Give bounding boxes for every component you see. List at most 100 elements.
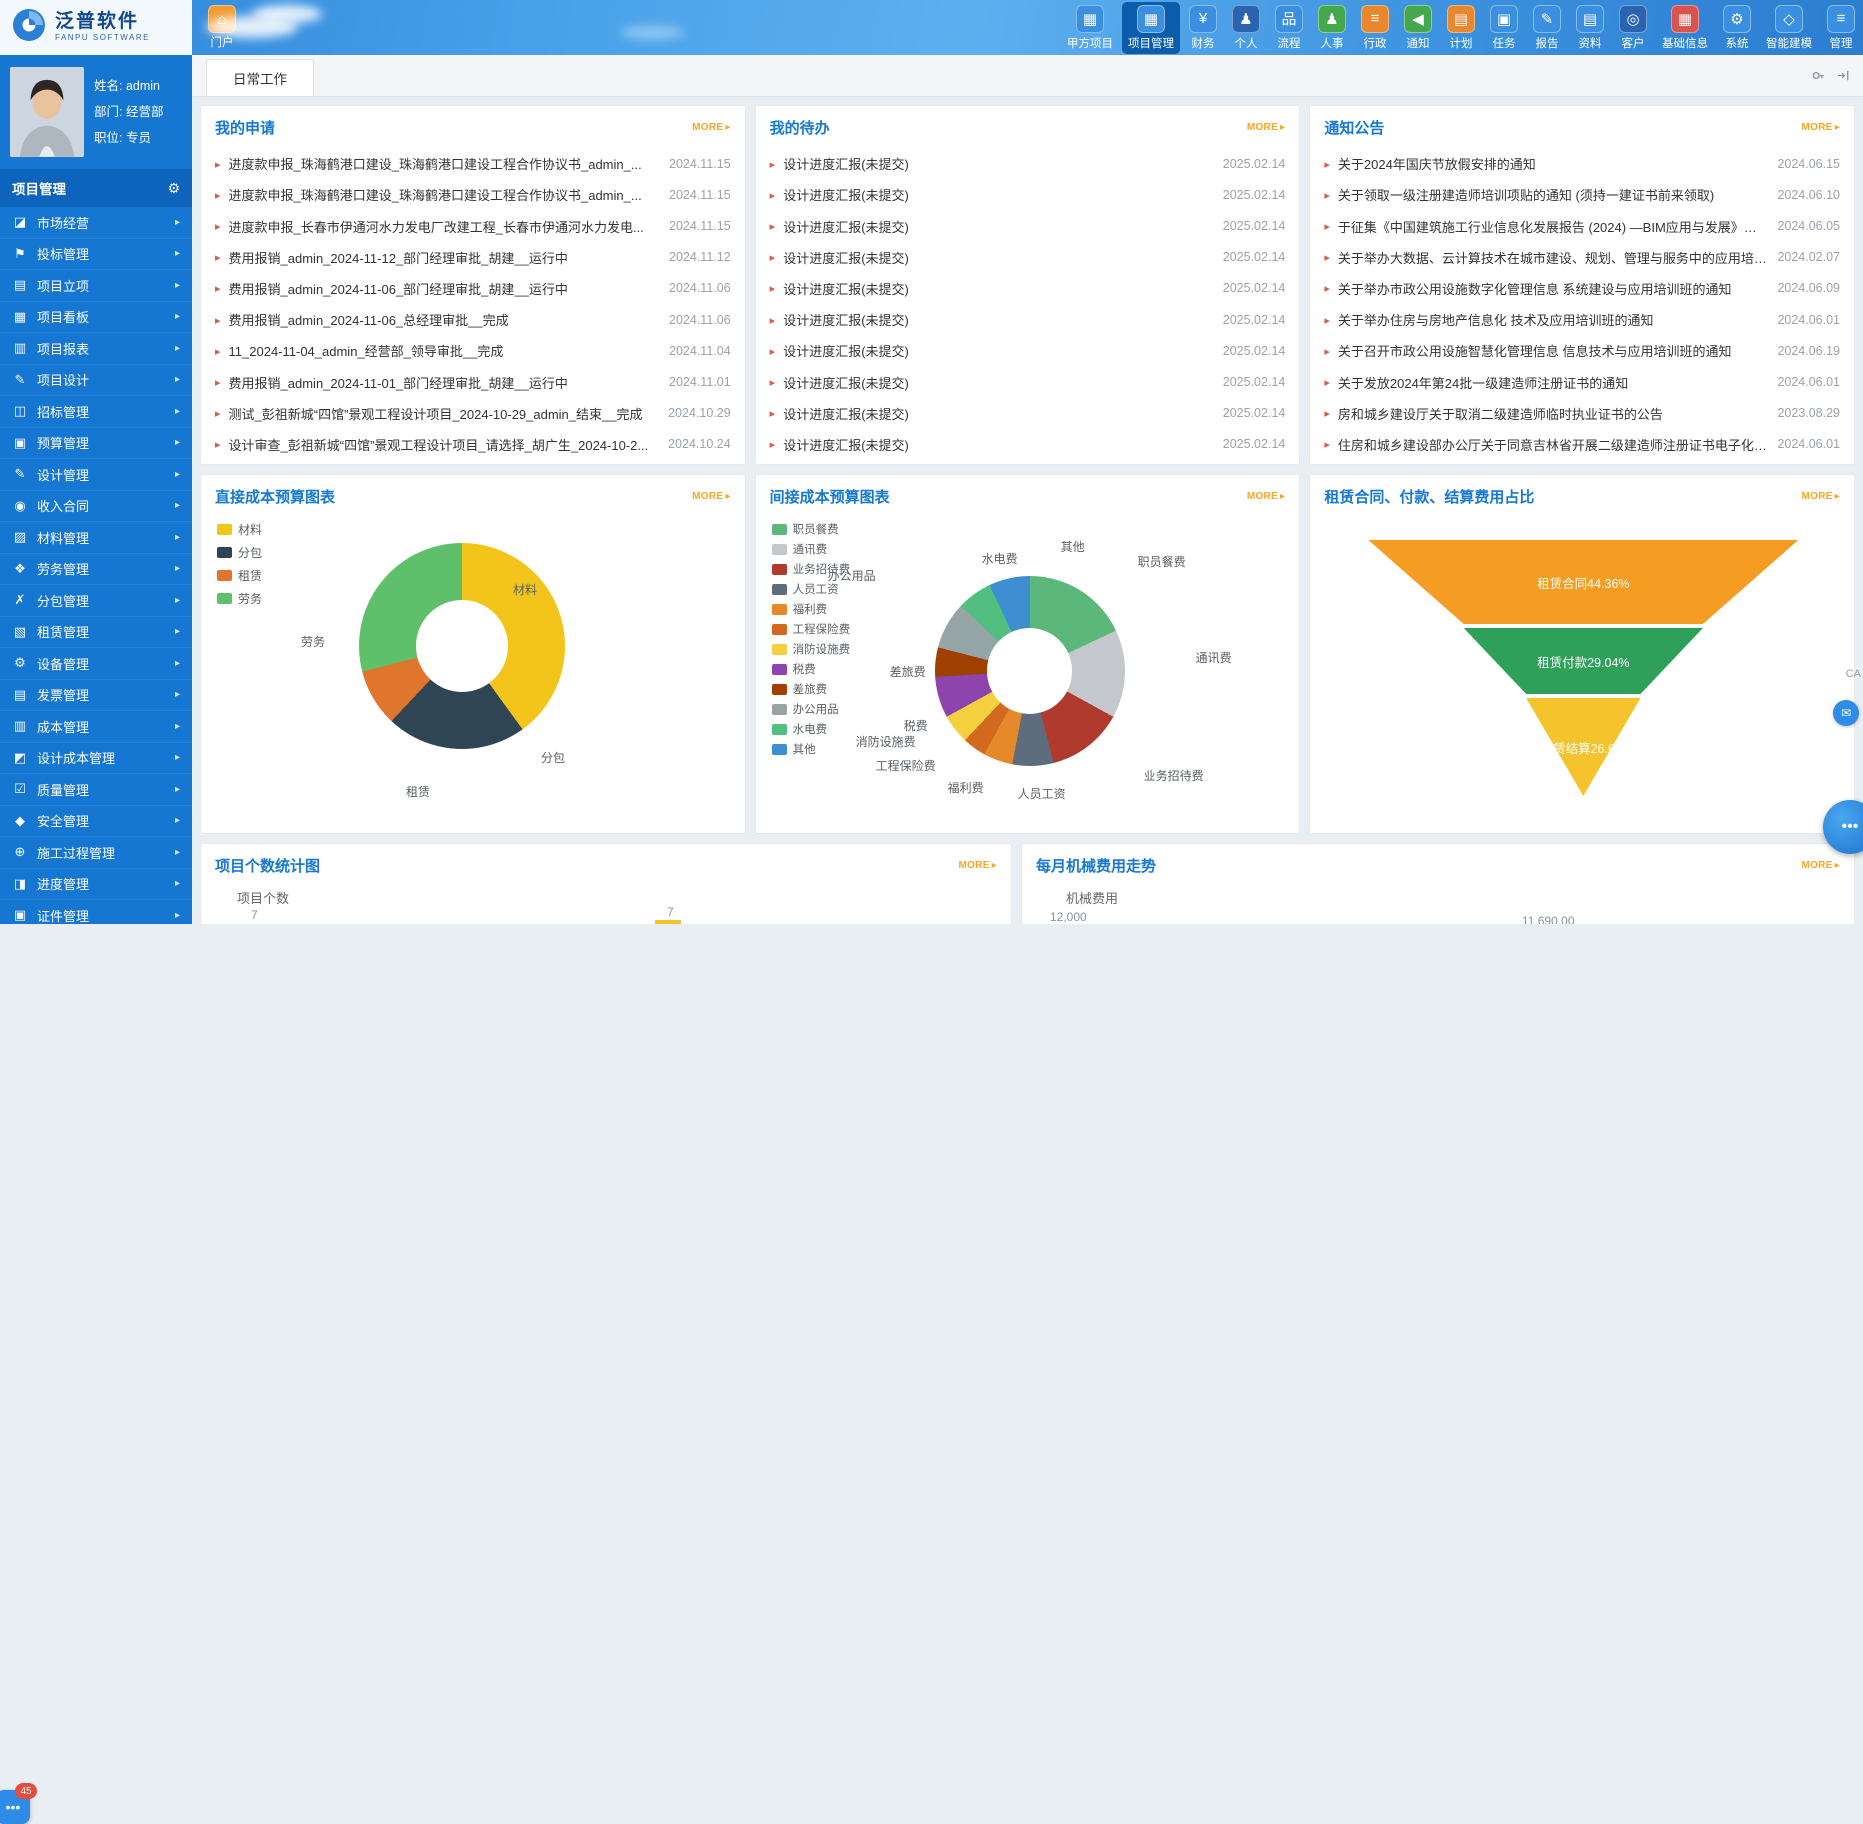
key-icon[interactable] (1811, 68, 1826, 83)
topnav-item[interactable]: 品 流程 (1269, 2, 1309, 54)
item-text[interactable]: 设计进度汇报(未提交) (783, 341, 1215, 360)
topnav-item[interactable]: ⚙ 系统 (1717, 2, 1757, 54)
list-item[interactable]: 设计进度汇报(未提交) 2025.02.14 (770, 335, 1286, 366)
item-text[interactable]: 设计进度汇报(未提交) (783, 248, 1215, 267)
sidebar-menu-item[interactable]: ⚙ 设备管理 (0, 648, 192, 680)
legend-item[interactable]: 职员餐费 (772, 521, 851, 537)
item-text[interactable]: 费用报销_admin_2024-11-01_部门经理审批_胡建__运行中 (229, 373, 662, 392)
more-link[interactable]: MORE (1801, 491, 1840, 502)
topnav-item[interactable]: ≡ 管理 (1821, 2, 1861, 54)
legend-item[interactable]: 消防设施费 (772, 641, 851, 657)
topnav-item[interactable]: ▦ 甲方项目 (1061, 2, 1119, 54)
list-item[interactable]: 设计进度汇报(未提交) 2025.02.14 (770, 148, 1286, 179)
list-item[interactable]: 11_2024-11-04_admin_经营部_领导审批__完成 2024.11… (215, 335, 731, 366)
legend-item[interactable]: 其他 (772, 741, 851, 757)
item-text[interactable]: 设计审查_彭祖新城“四馆”景观工程设计项目_请选择_胡广生_2024-10-2.… (229, 435, 661, 454)
legend-item[interactable]: 材料 (217, 521, 262, 538)
topnav-item[interactable]: ▦ 项目管理 (1122, 2, 1180, 54)
list-item[interactable]: 设计进度汇报(未提交) 2025.02.14 (770, 242, 1286, 273)
item-text[interactable]: 设计进度汇报(未提交) (783, 435, 1215, 454)
item-text[interactable]: 设计进度汇报(未提交) (783, 404, 1215, 423)
legend-item[interactable]: 租赁 (217, 567, 262, 584)
item-text[interactable]: 测试_彭祖新城“四馆”景观工程设计项目_2024-10-29_admin_结束_… (229, 404, 661, 423)
tab-daily-work[interactable]: 日常工作 (206, 59, 314, 96)
sidebar-menu-item[interactable]: ▤ 发票管理 (0, 680, 192, 712)
legend-item[interactable]: 通讯费 (772, 541, 851, 557)
item-text[interactable]: 11_2024-11-04_admin_经营部_领导审批__完成 (229, 341, 662, 360)
topnav-item[interactable]: ♟ 人事 (1312, 2, 1352, 54)
legend-item[interactable]: 工程保险费 (772, 621, 851, 637)
item-text[interactable]: 设计进度汇报(未提交) (783, 279, 1215, 298)
topnav-item[interactable]: ♟ 个人 (1226, 2, 1266, 54)
list-item[interactable]: 设计进度汇报(未提交) 2025.02.14 (770, 304, 1286, 335)
sidebar-menu-item[interactable]: ▣ 预算管理 (0, 428, 192, 460)
item-text[interactable]: 于征集《中国建筑施工行业信息化发展报告 (2024) —BIM应用与发展》材料.… (1338, 217, 1770, 236)
item-text[interactable]: 进度款申报_长春市伊通河水力发电厂改建工程_长春市伊通河水力发电... (229, 217, 662, 236)
list-item[interactable]: 设计审查_彭祖新城“四馆”景观工程设计项目_请选择_胡广生_2024-10-2.… (215, 429, 731, 460)
topnav-item[interactable]: ▤ 资料 (1570, 2, 1610, 54)
sidebar-menu-item[interactable]: ◨ 进度管理 (0, 869, 192, 901)
item-text[interactable]: 设计进度汇报(未提交) (783, 185, 1215, 204)
float-feedback-button[interactable]: ••• 45 (0, 1790, 30, 1824)
sidebar-menu-item[interactable]: ▤ 项目立项 (0, 270, 192, 302)
sidebar-menu-item[interactable]: ▦ 项目看板 (0, 302, 192, 334)
list-item[interactable]: 关于举办大数据、云计算技术在城市建设、规划、管理与服务中的应用培训班... 20… (1324, 242, 1840, 273)
item-text[interactable]: 设计进度汇报(未提交) (783, 310, 1215, 329)
donut-chart[interactable] (935, 576, 1125, 766)
topnav-item[interactable]: ◇ 智能建模 (1760, 2, 1818, 54)
sidebar-menu-item[interactable]: ⊕ 施工过程管理 (0, 837, 192, 869)
list-item[interactable]: 关于举办市政公用设施数字化管理信息 系统建设与应用培训班的通知 2024.06.… (1324, 273, 1840, 304)
sidebar-menu-item[interactable]: ◉ 收入合同 (0, 491, 192, 523)
item-text[interactable]: 房和城乡建设厅关于取消二级建造师临时执业证书的公告 (1338, 404, 1770, 423)
item-text[interactable]: 关于举办市政公用设施数字化管理信息 系统建设与应用培训班的通知 (1338, 279, 1770, 298)
list-item[interactable]: 测试_彭祖新城“四馆”景观工程设计项目_2024-10-29_admin_结束_… (215, 398, 731, 429)
list-item[interactable]: 关于举办住房与房地产信息化 技术及应用培训班的通知 2024.06.01 (1324, 304, 1840, 335)
topnav-item[interactable]: ◀ 通知 (1398, 2, 1438, 54)
more-link[interactable]: MORE (958, 860, 997, 871)
gear-icon[interactable]: ⚙ (167, 180, 180, 197)
float-message-button[interactable]: ✉ (1833, 700, 1859, 726)
more-link[interactable]: MORE (1801, 860, 1840, 871)
bar[interactable] (655, 920, 681, 924)
list-item[interactable]: 进度款申报_珠海鹤港口建设_珠海鹤港口建设工程合作协议书_admin_... 2… (215, 179, 731, 210)
legend-item[interactable]: 水电费 (772, 721, 851, 737)
legend-item[interactable]: 差旅费 (772, 681, 851, 697)
topnav-item[interactable]: ▣ 任务 (1484, 2, 1524, 54)
list-item[interactable]: 费用报销_admin_2024-11-01_部门经理审批_胡建__运行中 202… (215, 366, 731, 397)
more-link[interactable]: MORE (1801, 122, 1840, 133)
item-text[interactable]: 费用报销_admin_2024-11-06_部门经理审批_胡建__运行中 (229, 279, 662, 298)
list-item[interactable]: 于征集《中国建筑施工行业信息化发展报告 (2024) —BIM应用与发展》材料.… (1324, 210, 1840, 241)
item-text[interactable]: 设计进度汇报(未提交) (783, 154, 1215, 173)
more-link[interactable]: MORE (1247, 122, 1286, 133)
list-item[interactable]: 关于召开市政公用设施智慧化管理信息 信息技术与应用培训班的通知 2024.06.… (1324, 335, 1840, 366)
list-item[interactable]: 费用报销_admin_2024-11-12_部门经理审批_胡建__运行中 202… (215, 242, 731, 273)
collapse-panel-icon[interactable] (1836, 68, 1851, 83)
list-item[interactable]: 进度款申报_长春市伊通河水力发电厂改建工程_长春市伊通河水力发电... 2024… (215, 210, 731, 241)
list-item[interactable]: 设计进度汇报(未提交) 2025.02.14 (770, 179, 1286, 210)
list-item[interactable]: 关于2024年国庆节放假安排的通知 2024.06.15 (1324, 148, 1840, 179)
sidebar-menu-item[interactable]: ▥ 成本管理 (0, 711, 192, 743)
side-tab-ca[interactable]: CA (1846, 668, 1861, 680)
list-item[interactable]: 房和城乡建设厅关于取消二级建造师临时执业证书的公告 2023.08.29 (1324, 398, 1840, 429)
item-text[interactable]: 关于发放2024年第24批一级建造师注册证书的通知 (1338, 373, 1770, 392)
sidebar-menu-item[interactable]: ▥ 项目报表 (0, 333, 192, 365)
list-item[interactable]: 设计进度汇报(未提交) 2025.02.14 (770, 429, 1286, 460)
item-text[interactable]: 关于举办大数据、云计算技术在城市建设、规划、管理与服务中的应用培训班... (1338, 248, 1770, 267)
list-item[interactable]: 设计进度汇报(未提交) 2025.02.14 (770, 273, 1286, 304)
legend-item[interactable]: 分包 (217, 544, 262, 561)
list-item[interactable]: 设计进度汇报(未提交) 2025.02.14 (770, 366, 1286, 397)
sidebar-menu-item[interactable]: ◩ 设计成本管理 (0, 743, 192, 775)
list-item[interactable]: 设计进度汇报(未提交) 2025.02.14 (770, 398, 1286, 429)
sidebar-menu-item[interactable]: ◫ 招标管理 (0, 396, 192, 428)
item-text[interactable]: 进度款申报_珠海鹤港口建设_珠海鹤港口建设工程合作协议书_admin_... (229, 185, 662, 204)
more-link[interactable]: MORE (1247, 491, 1286, 502)
item-text[interactable]: 费用报销_admin_2024-11-06_总经理审批__完成 (229, 310, 662, 329)
sidebar-menu-item[interactable]: ◆ 安全管理 (0, 806, 192, 838)
sidebar-menu-item[interactable]: ✗ 分包管理 (0, 585, 192, 617)
sidebar-menu-item[interactable]: ▧ 租赁管理 (0, 617, 192, 649)
item-text[interactable]: 设计进度汇报(未提交) (783, 217, 1215, 236)
topnav-item[interactable]: ✎ 报告 (1527, 2, 1567, 54)
sidebar-menu-item[interactable]: ▣ 证件管理 (0, 900, 192, 924)
sidebar-menu-item[interactable]: ◪ 市场经营 (0, 207, 192, 239)
funnel-segment[interactable]: 租赁结算26.6% (1368, 698, 1798, 796)
